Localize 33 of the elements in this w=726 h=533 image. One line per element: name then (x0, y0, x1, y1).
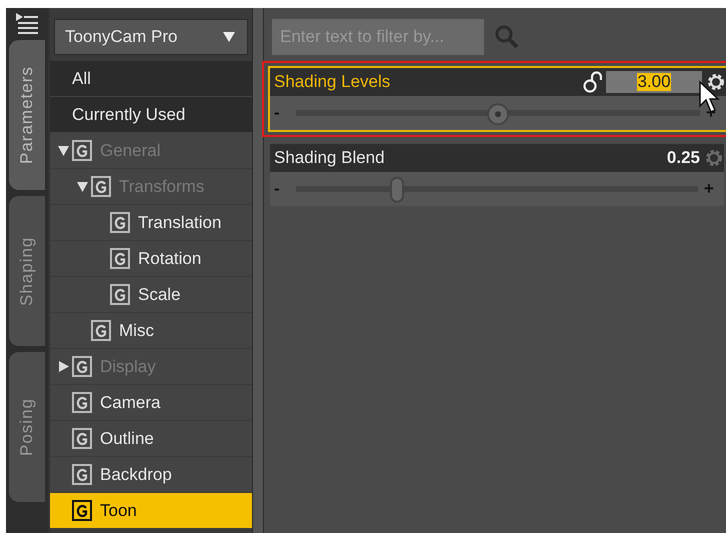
group-icon (72, 428, 92, 449)
tree-item-label[interactable]: Misc (119, 318, 154, 344)
parameter-name: Shading Levels (274, 71, 390, 94)
search-icon[interactable] (494, 24, 520, 50)
tree-item-label[interactable]: Toon (100, 498, 137, 524)
gear-icon[interactable] (706, 72, 726, 92)
group-icon (72, 500, 92, 521)
filter-item[interactable]: Currently Used (50, 97, 252, 133)
group-icon (110, 212, 130, 233)
value-field[interactable]: 3.00 (606, 71, 702, 93)
preset-dropdown[interactable]: ToonyCam Pro (54, 19, 248, 55)
side-tab[interactable]: Parameters (9, 40, 45, 190)
tree-item-label[interactable]: Outline (100, 426, 154, 452)
slider-thumb[interactable] (390, 176, 404, 202)
parameter-value: 0.25 (666, 147, 700, 170)
group-icon (72, 356, 92, 377)
tree-item-label[interactable]: Scale (138, 282, 181, 308)
expanded-arrow-icon[interactable] (76, 181, 88, 192)
group-icon (110, 248, 130, 269)
collapsed-arrow-icon[interactable] (58, 361, 68, 372)
filter-item[interactable]: All (50, 61, 252, 97)
panel-splitter[interactable] (252, 8, 264, 533)
menu-icon[interactable] (14, 12, 40, 34)
group-icon (91, 320, 111, 341)
group-icon (72, 464, 92, 485)
group-icon (72, 392, 92, 413)
group-icon (72, 140, 92, 161)
expanded-arrow-icon[interactable] (58, 145, 68, 156)
group-icon (91, 176, 111, 197)
unlocked-icon[interactable] (582, 71, 602, 93)
group-icon (110, 284, 130, 305)
caret-icon (223, 32, 235, 42)
parameter-name: Shading Blend (274, 147, 385, 170)
